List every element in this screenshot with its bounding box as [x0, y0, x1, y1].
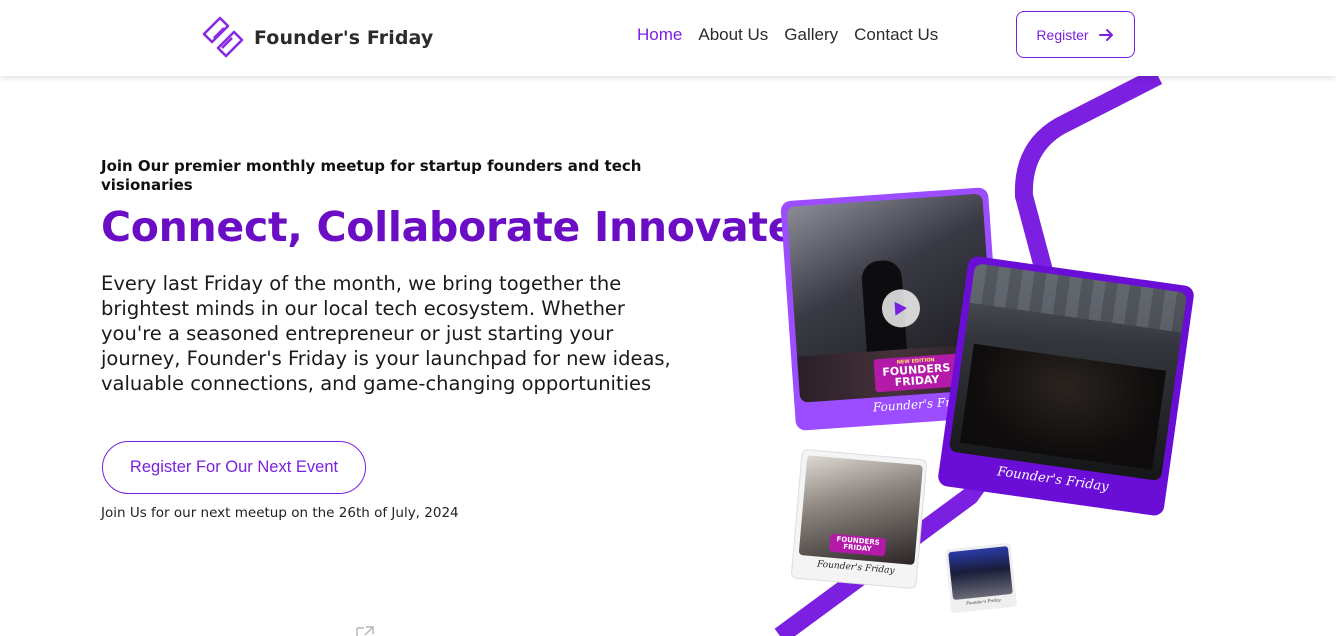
- tiny-photo-card[interactable]: Founder's Friday: [944, 542, 1018, 614]
- main-nav: Home About Us Gallery Contact Us: [637, 25, 954, 45]
- register-button-label: Register: [1036, 26, 1089, 43]
- small-photo-card[interactable]: FOUNDERS FRIDAY Founder's Friday: [790, 448, 928, 590]
- brand-name: Founder's Friday: [254, 27, 434, 49]
- founders-friday-badge: NEW EDITION FOUNDERS FRIDAY: [873, 353, 960, 393]
- event-photo: [948, 263, 1188, 482]
- nav-contact-us[interactable]: Contact Us: [854, 25, 938, 45]
- event-photo: FOUNDERS FRIDAY: [798, 455, 923, 565]
- external-link-icon[interactable]: [356, 626, 374, 636]
- nav-about-us[interactable]: About Us: [698, 25, 768, 45]
- register-button[interactable]: Register: [1016, 11, 1135, 58]
- event-photo: [948, 546, 1013, 601]
- next-event-note: Join Us for our next meetup on the 26th …: [101, 505, 459, 521]
- badge-title: FOUNDERS FRIDAY: [881, 361, 951, 389]
- nav-gallery[interactable]: Gallery: [784, 25, 838, 45]
- register-next-event-button[interactable]: Register For Our Next Event: [102, 441, 366, 494]
- group-photo-card[interactable]: Founder's Friday: [936, 255, 1196, 517]
- hero-kicker: Join Our premier monthly meetup for star…: [101, 157, 642, 194]
- hero-description: Every last Friday of the month, we bring…: [101, 272, 671, 395]
- event-gallery-collage: NEW EDITION FOUNDERS FRIDAY Founder's Fr…: [760, 76, 1220, 636]
- hero-headline: Connect, Collaborate Innovate!: [101, 203, 814, 251]
- arrow-right-icon: [1098, 28, 1113, 41]
- logo-icon: [202, 16, 244, 58]
- brand-logo[interactable]: Founder's Friday: [200, 14, 433, 62]
- play-icon: [894, 301, 907, 316]
- nav-home[interactable]: Home: [637, 25, 682, 45]
- site-header: Founder's Friday Home About Us Gallery C…: [0, 0, 1336, 76]
- founders-friday-badge: FOUNDERS FRIDAY: [829, 533, 887, 557]
